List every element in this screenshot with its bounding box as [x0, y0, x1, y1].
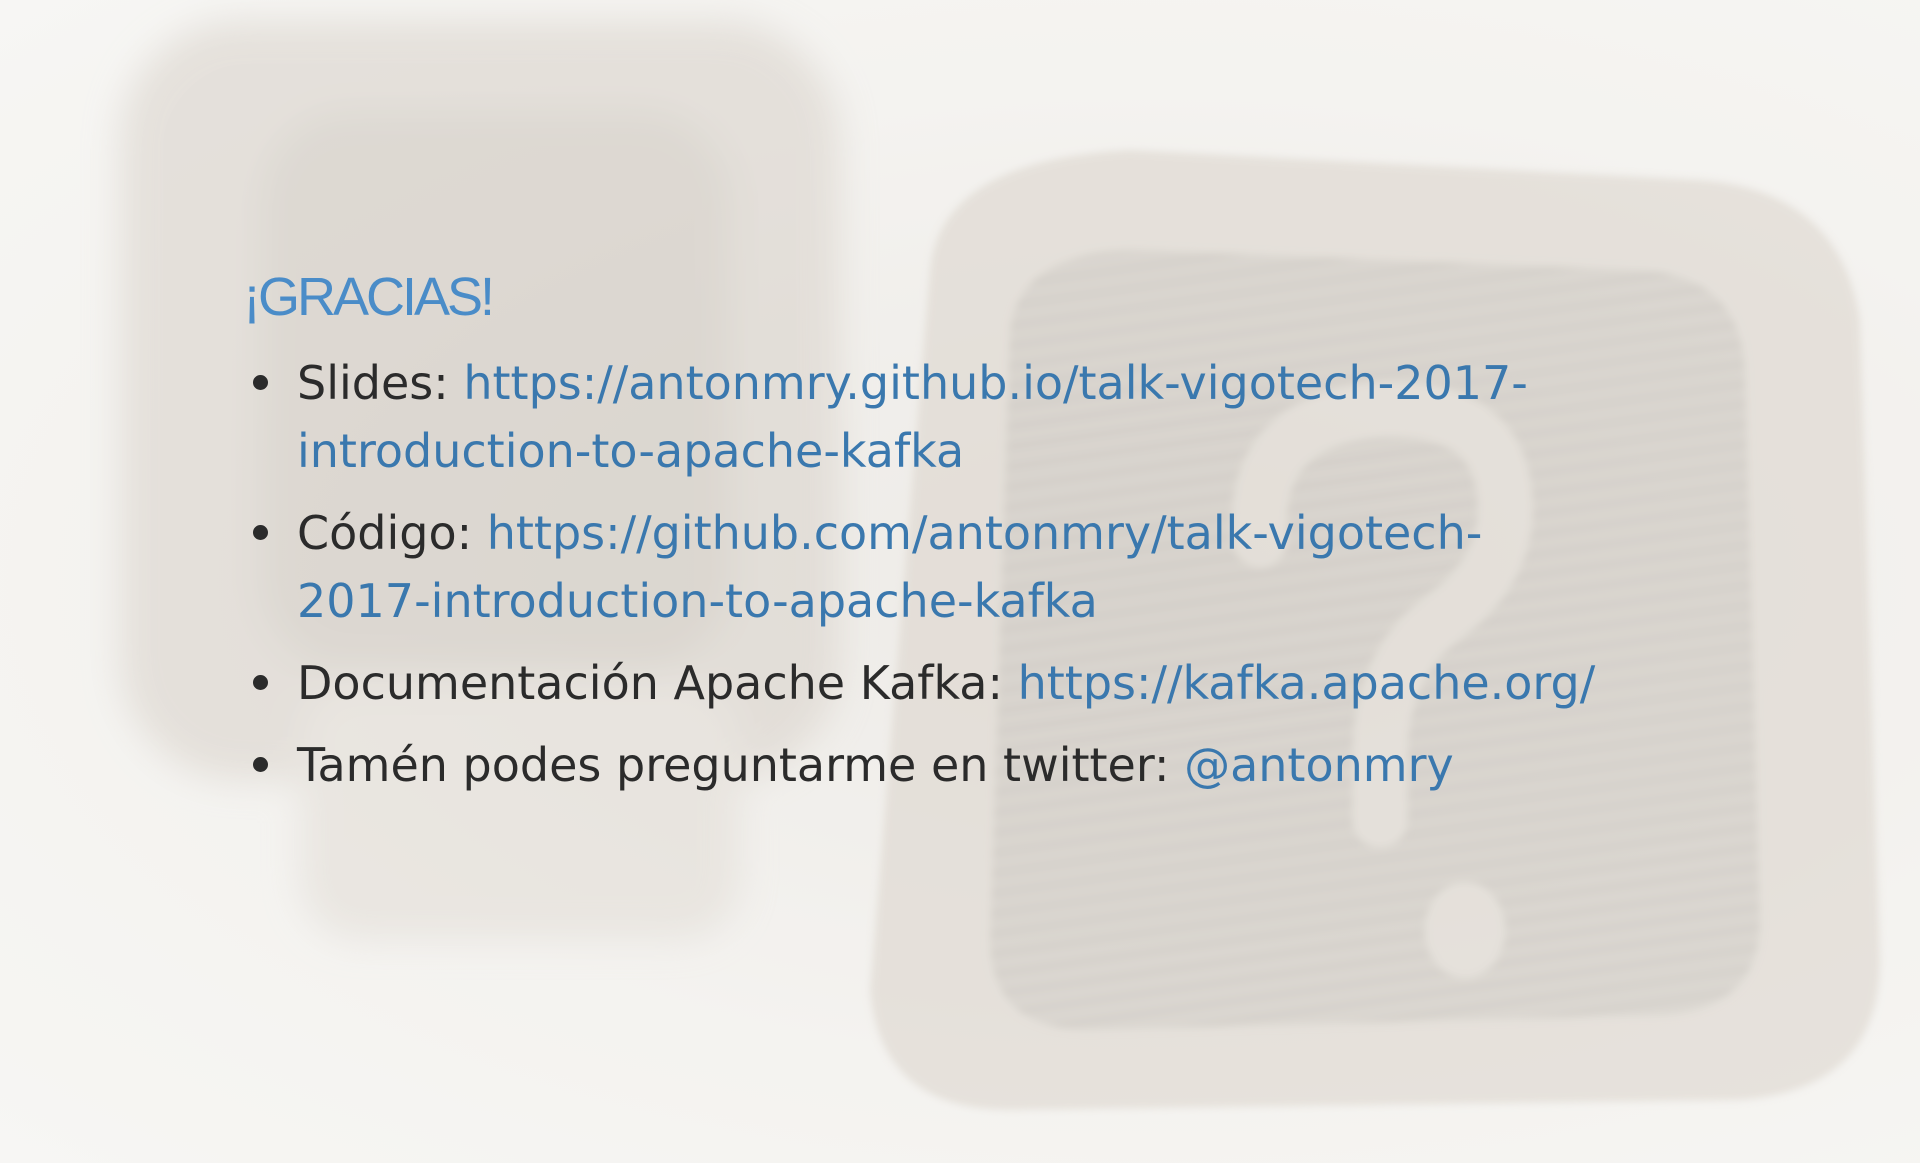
bullet-icon — [253, 675, 268, 691]
slides-link[interactable]: https://antonmry.github.io/talk-vigotech… — [297, 356, 1528, 478]
twitter-link[interactable]: @antonmry — [1184, 738, 1454, 792]
list-item-twitter: Tamén podes preguntarme en twitter: @ant… — [243, 731, 1743, 799]
list-item-label: Documentación Apache Kafka: — [297, 656, 1018, 711]
list-item-label: Código: — [297, 506, 487, 561]
slide-title: ¡GRACIAS! — [243, 267, 495, 327]
list-item-label: Tamén podes preguntarme en twitter: — [297, 738, 1185, 793]
slide: ¡GRACIAS! Slides: https://antonmry.githu… — [0, 0, 1920, 1163]
bullet-icon — [253, 757, 268, 773]
docs-link[interactable]: https://kafka.apache.org/ — [1018, 656, 1596, 710]
list-item-label: Slides: — [297, 356, 464, 411]
list-item-code: Código: https://github.com/antonmry/talk… — [243, 499, 1743, 635]
bullet-icon — [253, 525, 268, 541]
slide-content: ¡GRACIAS! Slides: https://antonmry.githu… — [243, 267, 1743, 813]
list-item-slides: Slides: https://antonmry.github.io/talk-… — [243, 349, 1743, 485]
list-item-docs: Documentación Apache Kafka: https://kafk… — [243, 649, 1743, 717]
resource-list: Slides: https://antonmry.github.io/talk-… — [243, 349, 1743, 799]
bullet-icon — [253, 375, 268, 391]
